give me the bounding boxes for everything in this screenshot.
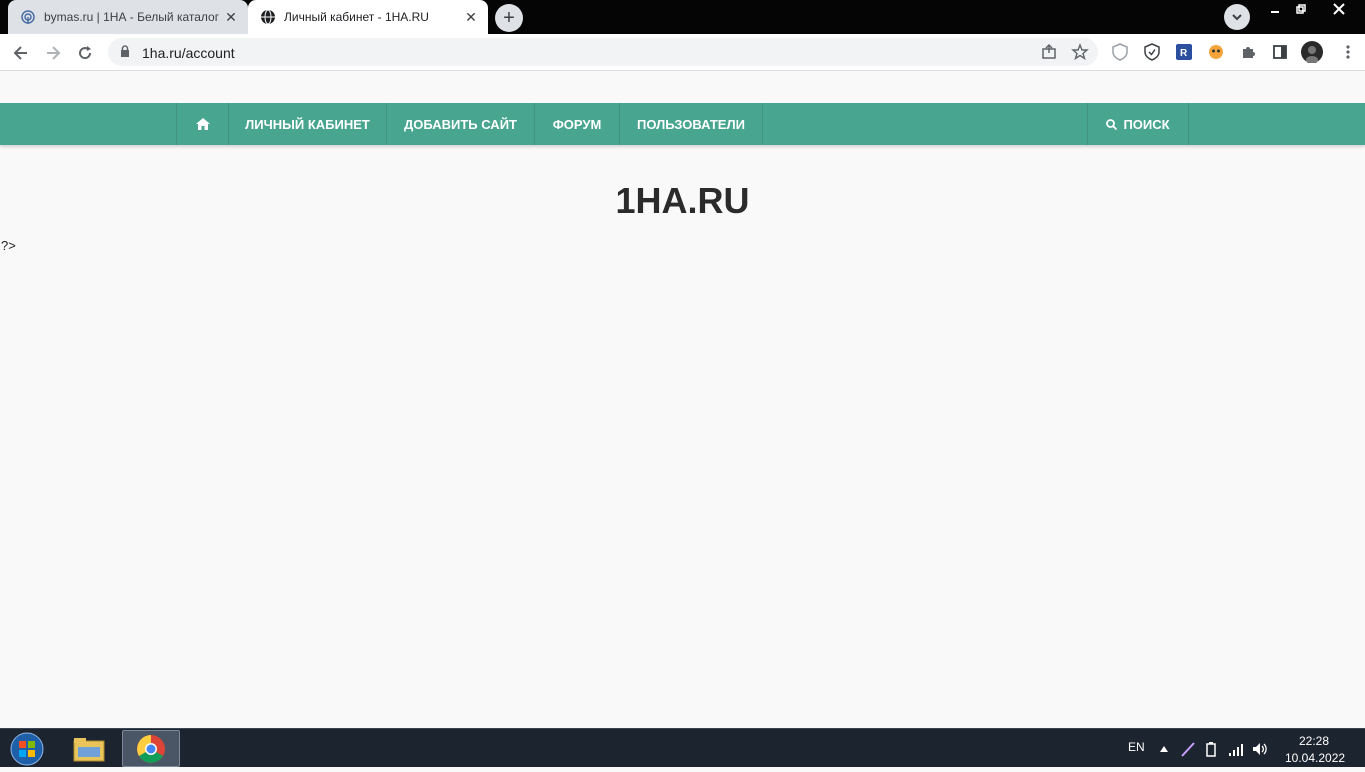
puzzle-icon[interactable] [1238, 42, 1258, 62]
shield-check-icon[interactable] [1142, 42, 1162, 62]
address-bar[interactable]: 1ha.ru/account [108, 38, 1098, 66]
radar-icon [20, 9, 36, 25]
browser-titlebar: bymas.ru | 1НА - Белый каталог ✕ Личный … [0, 0, 1365, 34]
shield-icon[interactable] [1110, 42, 1130, 62]
home-icon[interactable] [176, 103, 228, 145]
nav-account[interactable]: ЛИЧНЫЙ КАБИНЕТ [228, 103, 386, 145]
nav-users[interactable]: ПОЛЬЗОВАТЕЛИ [619, 103, 763, 145]
side-panel-icon[interactable] [1270, 42, 1290, 62]
restore-button[interactable] [1288, 0, 1314, 18]
close-icon[interactable]: ✕ [222, 8, 240, 26]
language-indicator[interactable]: EN [1128, 740, 1145, 754]
avatar[interactable] [1301, 41, 1323, 63]
stray-text: ?> [1, 238, 16, 253]
search-label: ПОИСК [1123, 116, 1170, 132]
extension-r-icon[interactable]: R [1174, 42, 1194, 62]
share-icon[interactable] [1040, 43, 1058, 61]
taskbar: EN 22:28 10.04.2022 [0, 728, 1365, 767]
network-signal-icon[interactable] [1228, 741, 1244, 757]
tab-title: Личный кабинет - 1HA.RU [284, 10, 429, 24]
new-tab-button[interactable]: + [495, 4, 523, 32]
chrome-icon[interactable] [122, 730, 180, 767]
volume-icon[interactable] [1252, 741, 1268, 757]
minimize-button[interactable] [1262, 0, 1288, 18]
chevron-down-icon[interactable] [1224, 4, 1250, 30]
tab-account[interactable]: Личный кабинет - 1HA.RU ✕ [248, 0, 488, 34]
extension-face-icon[interactable] [1206, 42, 1226, 62]
close-icon[interactable]: ✕ [462, 8, 480, 26]
url-text: 1ha.ru/account [142, 45, 235, 61]
kebab-menu-icon[interactable] [1338, 42, 1358, 62]
file-explorer-icon[interactable] [60, 730, 118, 767]
reload-icon[interactable] [72, 40, 98, 66]
back-arrow-icon[interactable] [8, 40, 34, 66]
nav-add-site[interactable]: ДОБАВИТЬ САЙТ [386, 103, 534, 145]
svg-text:R: R [1180, 48, 1188, 59]
tab-bymas[interactable]: bymas.ru | 1НА - Белый каталог ✕ [8, 0, 248, 34]
close-window-button[interactable] [1316, 0, 1362, 18]
feather-icon[interactable] [1180, 741, 1196, 757]
tab-title: bymas.ru | 1НА - Белый каталог [44, 10, 220, 24]
search-button[interactable]: ПОИСК [1087, 103, 1189, 145]
globe-icon [260, 9, 276, 25]
clock-date[interactable]: 10.04.2022 [1285, 751, 1345, 765]
tray-expand-icon[interactable] [1156, 741, 1172, 757]
site-navbar: ЛИЧНЫЙ КАБИНЕТ ДОБАВИТЬ САЙТ ФОРУМ ПОЛЬЗ… [0, 103, 1365, 145]
battery-icon[interactable] [1203, 741, 1219, 757]
start-button[interactable] [8, 731, 46, 767]
lock-icon [120, 45, 130, 63]
site-title: 1HA.RU [615, 180, 750, 221]
clock-time[interactable]: 22:28 [1299, 734, 1329, 748]
search-icon [1106, 118, 1118, 130]
browser-toolbar: 1ha.ru/account R [0, 34, 1365, 71]
bookmark-star-icon[interactable] [1071, 43, 1089, 61]
page-content: ЛИЧНЫЙ КАБИНЕТ ДОБАВИТЬ САЙТ ФОРУМ ПОЛЬЗ… [0, 71, 1365, 728]
forward-arrow-icon[interactable] [40, 40, 66, 66]
nav-forum[interactable]: ФОРУМ [534, 103, 619, 145]
